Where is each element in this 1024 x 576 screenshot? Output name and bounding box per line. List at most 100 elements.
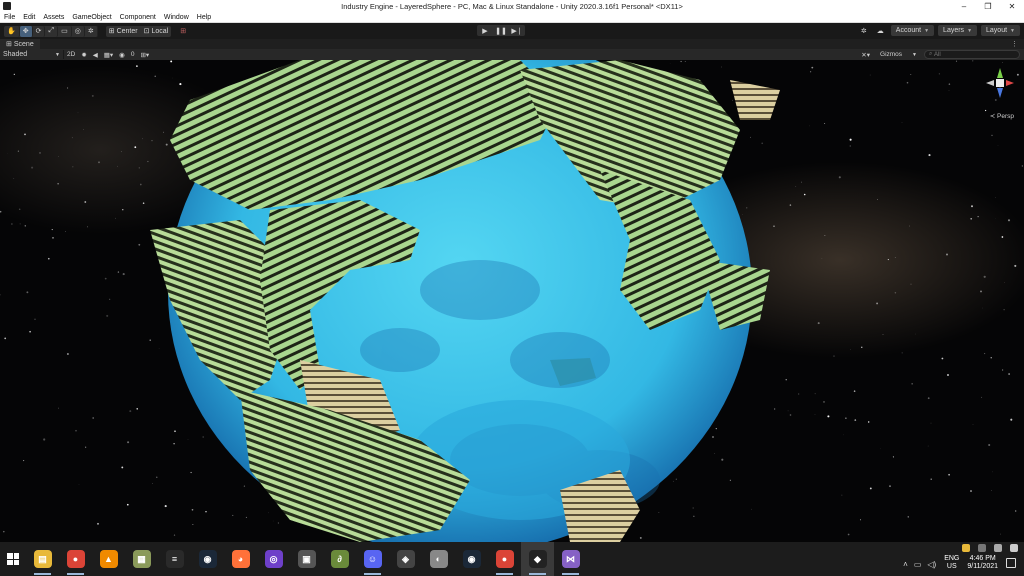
pivot-center-button[interactable]: ⊞ Center	[106, 26, 141, 37]
gizmos-dropdown[interactable]: Gizmos	[877, 50, 905, 59]
taskbar-app-greenshot[interactable]: ∂	[323, 542, 356, 576]
taskbar-app-epic-games[interactable]: ≡	[158, 542, 191, 576]
pause-button[interactable]: ❚❚	[493, 25, 509, 36]
shading-mode-dropdown[interactable]: Shaded ▼	[0, 50, 64, 59]
custom-tool-icon[interactable]: ✲	[85, 25, 98, 37]
notification-icon[interactable]	[1006, 558, 1016, 568]
pivot-center-label: Center	[116, 27, 138, 35]
close-button[interactable]: ✕	[1000, 0, 1024, 12]
play-button[interactable]: ▶	[477, 25, 493, 36]
menu-component[interactable]: Component	[116, 14, 160, 21]
start-button[interactable]	[0, 542, 26, 576]
rect-tool-icon[interactable]: ▭	[58, 25, 72, 37]
firefox-icon: ◕	[231, 550, 250, 568]
taskbar-app-app-window[interactable]: ▣	[290, 542, 323, 576]
tab-menu-icon[interactable]: ⋮	[1011, 40, 1018, 48]
search-placeholder: All	[934, 51, 941, 58]
tray-icons: ˄ ▭ ◁)	[903, 560, 936, 569]
taskbar-app-visual-studio[interactable]: ⋈	[554, 542, 587, 576]
transform-tool-icon[interactable]: ◎	[72, 25, 85, 37]
language-indicator[interactable]: ENG US	[944, 555, 959, 571]
layers-dropdown[interactable]: Layers ▼	[938, 25, 978, 36]
menu-window[interactable]: Window	[160, 14, 193, 21]
region-code: US	[946, 563, 957, 570]
account-label: Account	[895, 27, 922, 34]
persp-arrow-icon: ≺	[989, 113, 998, 120]
volume-icon[interactable]: ◁)	[927, 560, 936, 569]
language-code: ENG	[944, 555, 960, 562]
grid-snap-icon[interactable]: ⊞	[177, 26, 189, 37]
scene-viewport[interactable]: ≺ Persp	[0, 60, 1024, 542]
title-bar: Industry Engine - LayeredSphere - PC, Ma…	[0, 0, 1024, 12]
taskbar-app-maps[interactable]: ◐	[422, 542, 455, 576]
menu-gameobject[interactable]: GameObject	[68, 14, 115, 21]
unity-icon: ◆	[528, 550, 547, 568]
epic-games-icon: ≡	[165, 550, 184, 568]
hand-tool-icon[interactable]: ✋	[4, 25, 20, 37]
github-desktop-icon: ◎	[264, 550, 283, 568]
local-icon: ⊡	[143, 28, 150, 35]
taskbar-app-github-desktop[interactable]: ◎	[257, 542, 290, 576]
scene-toolbar: Shaded ▼ 2D ✹ ◀ ▦▾ ◉ 0 ⊞▾ ✕▾ Gizmos ▼ ⌕ …	[0, 49, 1024, 60]
taskbar-app-firefox[interactable]: ◕	[224, 542, 257, 576]
move-tool-icon[interactable]: ✥	[19, 25, 33, 37]
menu-file[interactable]: File	[0, 14, 19, 21]
chevron-up-icon[interactable]: ˄	[903, 560, 908, 569]
cloud-icon[interactable]: ☁	[874, 25, 887, 36]
taskbar-app-steam[interactable]: ◉	[191, 542, 224, 576]
audio-icon[interactable]: ◀	[90, 50, 101, 59]
step-button[interactable]: ▶❘	[509, 25, 525, 36]
menu-help[interactable]: Help	[193, 14, 215, 21]
app-window-icon: ▣	[297, 550, 316, 568]
rotate-tool-icon[interactable]: ⟳	[33, 25, 46, 37]
collab-icon[interactable]: ✲	[858, 25, 870, 36]
chevron-down-icon: ▼	[967, 27, 973, 34]
layout-dropdown[interactable]: Layout ▼	[981, 25, 1020, 36]
scene-tab-bar: ⊞ Scene ⋮	[0, 39, 1024, 49]
scene-search-input[interactable]: ⌕ All	[924, 50, 1020, 59]
account-dropdown[interactable]: Account ▼	[890, 25, 935, 36]
taskbar-app-chrome-2[interactable]: ●	[488, 542, 521, 576]
tray-app-icon[interactable]	[962, 544, 970, 552]
grid-icon[interactable]: ⊞▾	[137, 50, 152, 59]
tray-app-icon[interactable]	[1010, 544, 1018, 552]
file-explorer-icon: ▤	[33, 550, 52, 568]
window-title: Industry Engine - LayeredSphere - PC, Ma…	[341, 1, 683, 11]
minimize-button[interactable]: –	[952, 0, 976, 12]
taskbar-app-unity[interactable]: ◆	[521, 542, 554, 576]
chevron-down-icon: ▼	[924, 27, 930, 34]
menu-assets[interactable]: Assets	[39, 14, 68, 21]
main-toolbar: ✋ ✥ ⟳ ⤢ ▭ ◎ ✲ ⊞ Center ⊡ Local ⊞ ▶ ❚❚ ▶❘ ✲…	[0, 23, 1024, 39]
taskbar-app-vlc[interactable]: ▲	[92, 542, 125, 576]
taskbar-app-steam-2[interactable]: ◉	[455, 542, 488, 576]
maximize-button[interactable]: ❐	[976, 0, 1000, 12]
network-icon[interactable]: ▭	[914, 560, 922, 569]
playmode-controls: ▶ ❚❚ ▶❘	[477, 25, 525, 36]
pivot-local-button[interactable]: ⊡ Local	[141, 26, 172, 37]
taskbar-app-unity-hub[interactable]: ◈	[389, 542, 422, 576]
2d-toggle[interactable]: 2D	[64, 50, 78, 59]
tray-app-icon[interactable]	[978, 544, 986, 552]
menu-edit[interactable]: Edit	[19, 14, 39, 21]
taskbar-app-minecraft[interactable]: ▦	[125, 542, 158, 576]
projection-label[interactable]: ≺ Persp	[990, 112, 1014, 120]
taskbar-app-chrome[interactable]: ●	[59, 542, 92, 576]
chevron-down-icon: ▼	[55, 51, 60, 58]
effects-icon[interactable]: ▦▾	[101, 50, 116, 59]
windows-logo-icon	[7, 553, 19, 565]
toolbar-right: ✲ ☁ Account ▼ Layers ▼ Layout ▼	[858, 25, 1020, 36]
windows-taskbar: ▤ ● ▲ ▦ ≡ ◉ ◕ ◎ ▣ ∂ ☺ ◈ ◐ ◉ ● ◆ ⋈ ˄ ▭ ◁) ENG US 4:46 PM …	[0, 542, 1024, 576]
pivot-icon: ⊞	[108, 28, 115, 35]
taskbar-app-discord[interactable]: ☺	[356, 542, 389, 576]
clock-time: 4:46 PM	[969, 555, 996, 562]
tray-app-icon[interactable]	[994, 544, 1002, 552]
tools-icon[interactable]: ✕▾	[858, 50, 873, 59]
chrome-2-icon: ●	[495, 550, 514, 568]
hidden-objects-icon[interactable]: ◉	[116, 50, 128, 59]
tab-scene[interactable]: ⊞ Scene	[0, 39, 40, 49]
taskbar-app-file-explorer[interactable]: ▤	[26, 542, 59, 576]
scale-tool-icon[interactable]: ⤢	[45, 25, 59, 37]
vlc-icon: ▲	[99, 550, 118, 568]
lighting-icon[interactable]: ✹	[78, 50, 89, 59]
clock[interactable]: 4:46 PM 9/11/2021	[967, 555, 998, 571]
